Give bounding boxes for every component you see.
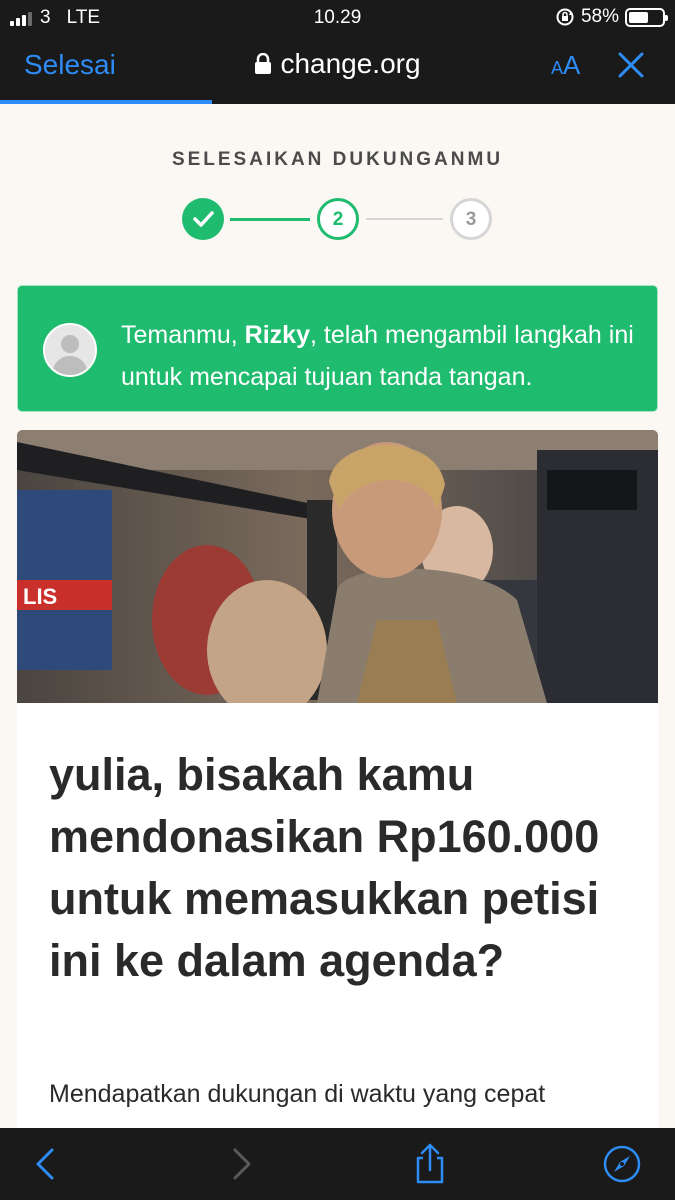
checkmark-icon (193, 211, 214, 227)
step-2-current: 2 (317, 198, 359, 240)
petition-card: LIS yulia, bisakah kamu mendonasikan Rp1… (17, 430, 658, 1150)
step-connector (366, 218, 443, 220)
reader-settings-button[interactable]: AA (551, 50, 580, 81)
banner-text: Temanmu, Rizky, telah mengambil langkah … (121, 321, 634, 391)
petition-subtext: Mendapatkan dukungan di waktu yang cepat (49, 1080, 546, 1108)
forward-icon[interactable] (219, 1142, 263, 1186)
avatar (43, 323, 97, 377)
close-icon[interactable] (616, 50, 646, 80)
compass-icon[interactable] (600, 1142, 644, 1186)
user-placeholder-icon (45, 325, 95, 375)
steps-title: SELESAIKAN DUKUNGANMU (171, 149, 504, 170)
url-text: change.org (280, 48, 421, 79)
step-connector (230, 218, 310, 221)
rotation-lock-icon (556, 8, 574, 26)
battery-icon (625, 7, 668, 27)
step-1-done (182, 198, 224, 240)
page-load-progress (0, 100, 212, 104)
browser-toolbar: Selesai change.org AA (0, 36, 675, 104)
battery-percent: 58% (580, 6, 619, 27)
browser-bottom-toolbar (0, 1128, 675, 1200)
back-icon[interactable] (24, 1142, 68, 1186)
petition-photo: LIS (17, 430, 658, 703)
step-3-upcoming: 3 (450, 198, 492, 240)
share-icon[interactable] (408, 1142, 452, 1186)
stepper: 2 3 (182, 198, 492, 240)
status-bar: 3 LTE 10.29 58% (0, 0, 675, 36)
lock-icon (255, 53, 272, 74)
friend-name: Rizky (244, 321, 310, 349)
petition-headline: yulia, bisakah kamu mendonasikan Rp160.0… (49, 749, 600, 986)
svg-text:LIS: LIS (23, 584, 57, 609)
friend-banner: Temanmu, Rizky, telah mengambil langkah … (17, 285, 658, 412)
